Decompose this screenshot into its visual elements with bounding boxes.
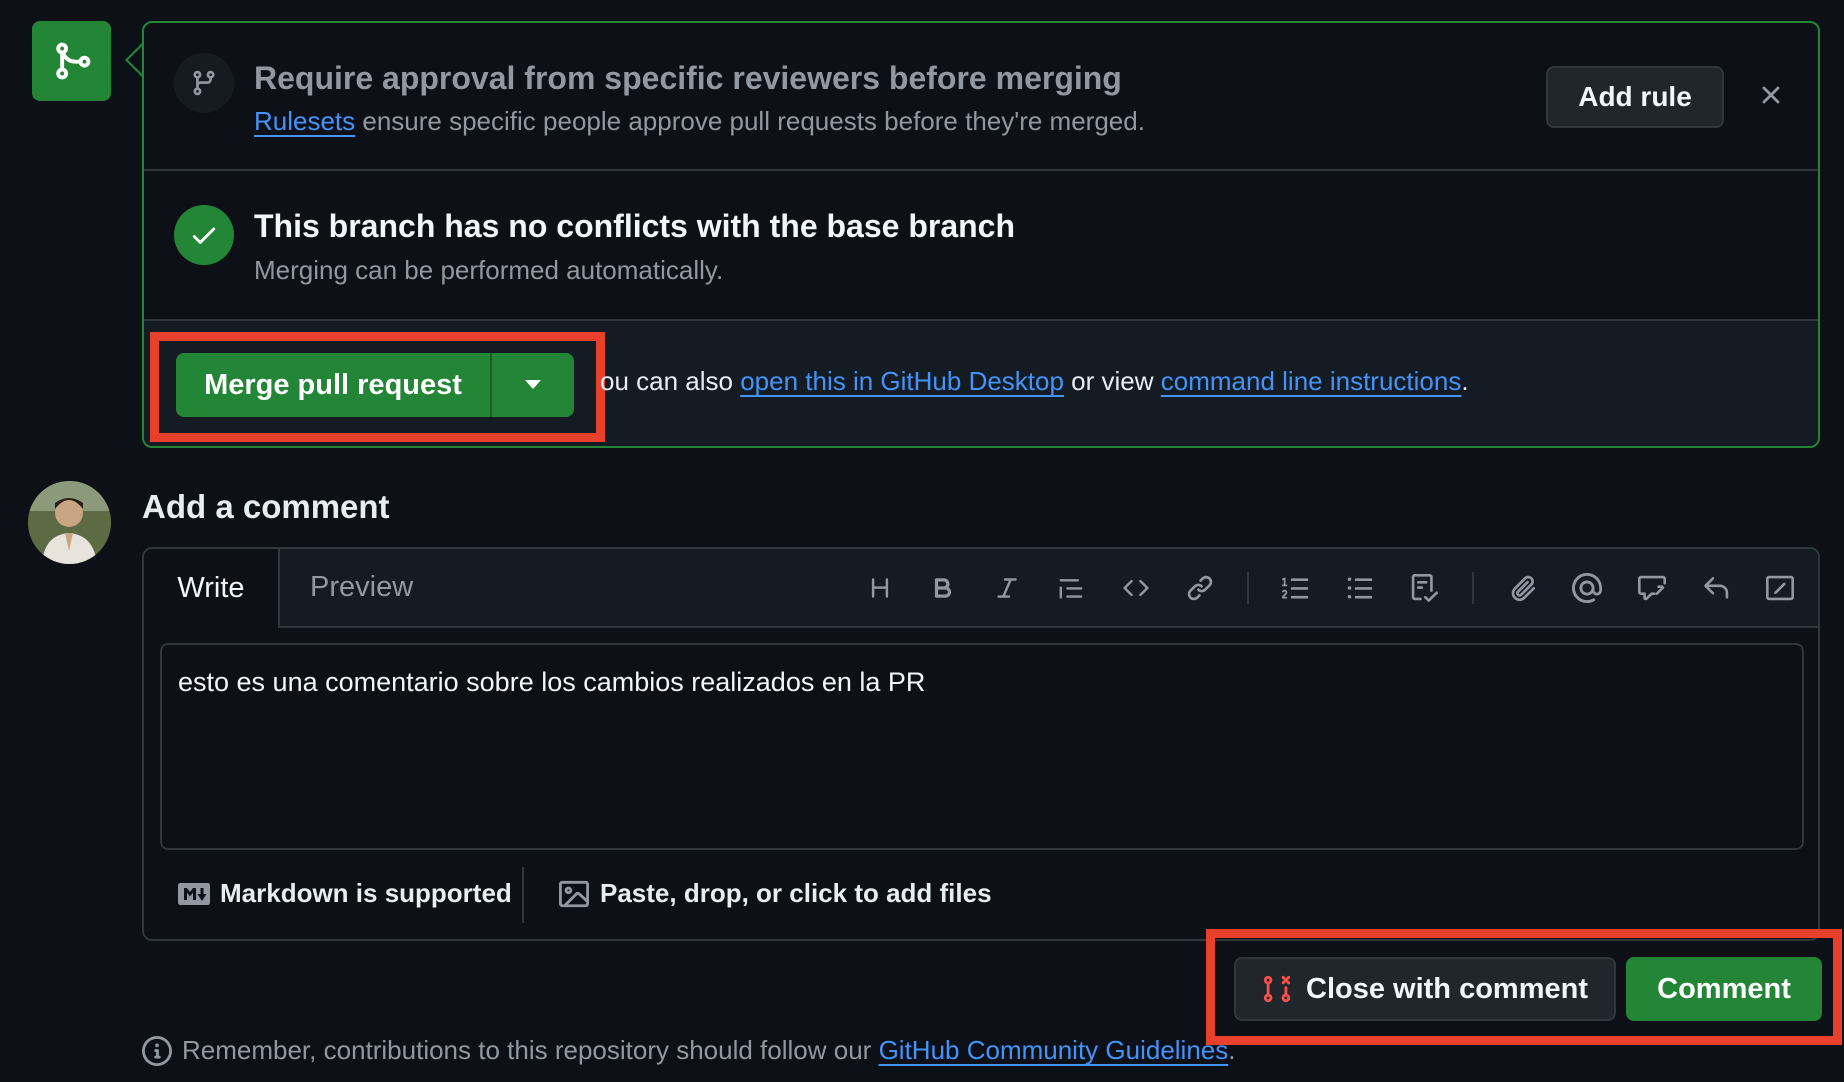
task-list-icon[interactable]: [1404, 570, 1444, 606]
status-title: This branch has no conflicts with the ba…: [254, 208, 1016, 244]
quote-icon[interactable]: [1051, 570, 1091, 606]
attach-icon[interactable]: [1503, 570, 1543, 606]
info-icon: [142, 1035, 172, 1066]
image-icon: [558, 879, 590, 909]
slash-command-icon[interactable]: [1760, 570, 1800, 606]
alternate-merge-text: ou can also open this in GitHub Desktop …: [600, 366, 1469, 396]
dismiss-icon[interactable]: [1756, 80, 1786, 110]
add-rule-button[interactable]: Add rule: [1546, 66, 1724, 128]
mention-icon[interactable]: [1567, 570, 1607, 606]
unordered-list-icon[interactable]: [1340, 570, 1380, 606]
highlight-box-merge: [150, 332, 605, 442]
ruleset-description: Rulesets ensure specific people approve …: [254, 106, 1145, 136]
saved-reply-icon[interactable]: [1696, 570, 1736, 606]
code-icon[interactable]: [1116, 570, 1156, 606]
heading-icon[interactable]: [860, 570, 900, 606]
ordered-list-icon[interactable]: [1276, 570, 1316, 606]
rulesets-link[interactable]: Rulesets: [254, 106, 355, 136]
markdown-icon: [178, 882, 210, 905]
github-desktop-link[interactable]: open this in GitHub Desktop: [740, 366, 1064, 396]
comment-textarea[interactable]: esto es una comentario sobre los cambios…: [160, 643, 1804, 850]
status-description: Merging can be performed automatically.: [254, 255, 724, 285]
add-files-button[interactable]: Paste, drop, or click to add files: [558, 878, 992, 909]
bold-icon[interactable]: [923, 570, 963, 606]
tab-preview[interactable]: Preview: [290, 549, 433, 626]
footer-divider: [522, 867, 524, 923]
check-icon: [174, 205, 234, 265]
community-guidelines-link[interactable]: GitHub Community Guidelines: [879, 1035, 1229, 1065]
toolbar-divider: [1472, 572, 1474, 604]
comment-heading: Add a comment: [142, 488, 390, 525]
highlight-box-actions: [1206, 929, 1842, 1045]
command-line-link[interactable]: command line instructions: [1161, 366, 1462, 396]
italic-icon[interactable]: [987, 570, 1027, 606]
merge-status-icon: [32, 21, 111, 101]
reference-icon[interactable]: [1632, 570, 1672, 606]
link-icon[interactable]: [1180, 570, 1220, 606]
branch-icon: [174, 53, 234, 113]
avatar[interactable]: [28, 481, 111, 564]
tab-write[interactable]: Write: [144, 549, 280, 628]
markdown-note[interactable]: Markdown is supported: [178, 878, 512, 909]
toolbar-divider: [1247, 572, 1249, 604]
ruleset-title: Require approval from specific reviewers…: [254, 60, 1122, 96]
guidelines-note: Remember, contributions to this reposito…: [142, 1035, 1236, 1066]
section-divider: [144, 169, 1818, 171]
